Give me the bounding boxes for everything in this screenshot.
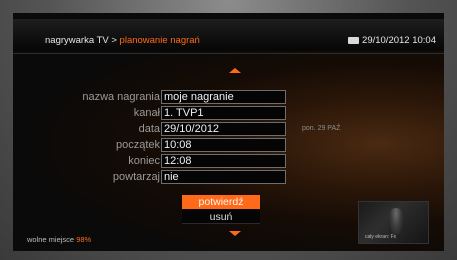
breadcrumb-current: planowanie nagrań [119,35,200,46]
channel-field[interactable]: 1. TVP1 [161,106,286,120]
end-time-label: koniec [128,155,160,167]
start-time-label: początek [115,139,160,151]
datetime-text: 29/10/2012 10:04 [362,35,436,46]
form-row-start: początek 10:08 [13,138,444,152]
screen: nagrywarka TV > planowanie nagrań 29/10/… [13,13,444,251]
date-weekday-hint: pon. 29 PAŹ [302,125,341,132]
start-time-field[interactable]: 10:08 [161,138,286,152]
triangle-up-icon[interactable] [229,68,241,73]
triangle-down-icon[interactable] [229,231,241,236]
breadcrumb-root[interactable]: nagrywarka TV [45,35,109,46]
free-space-indicator: wolne miejsce 98% [27,235,91,245]
header-bar: nagrywarka TV > planowanie nagrań 29/10/… [13,19,444,51]
channel-label: kanał [133,107,160,119]
recording-name-label: nazwa nagrania [82,91,160,103]
live-preview[interactable]: cały ekran: Fx [358,201,429,244]
form-row-channel: kanał 1. TVP1 [13,106,444,120]
date-field[interactable]: 29/10/2012 [161,122,286,136]
delete-button[interactable]: usuń [182,210,260,224]
form-row-name: nazwa nagrania moje nagranie [13,90,444,104]
breadcrumb: nagrywarka TV > planowanie nagrań [45,35,200,46]
free-space-label: wolne miejsce [27,235,75,244]
date-label: data [138,123,160,135]
recording-name-field[interactable]: moje nagranie [161,90,286,104]
header-divider [13,53,444,54]
preview-image [389,208,403,234]
end-time-field[interactable]: 12:08 [161,154,286,168]
breadcrumb-separator: > [108,35,120,46]
form-row-repeat: powtarzaj nie [13,170,444,184]
confirm-button[interactable]: potwierdź [182,195,260,209]
tv-icon [348,37,360,44]
form-row-date: data 29/10/2012 pon. 29 PAŹ [13,122,444,136]
repeat-field[interactable]: nie [161,170,286,184]
datetime-display: 29/10/2012 10:04 [348,35,436,46]
preview-caption: cały ekran: Fx [365,234,397,240]
free-space-value: 98% [76,235,92,244]
repeat-label: powtarzaj [112,171,160,183]
form-row-end: koniec 12:08 [13,154,444,168]
